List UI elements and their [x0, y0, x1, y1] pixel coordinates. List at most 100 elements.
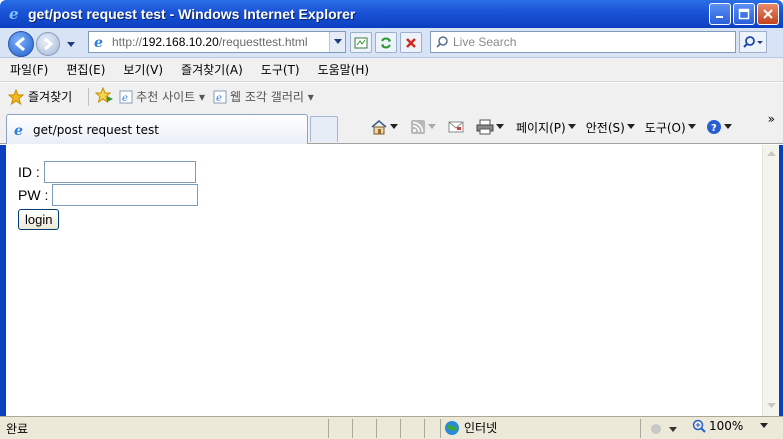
- page-content: ID : PW : login: [6, 145, 762, 416]
- status-bar: 완료 인터넷 100%: [0, 416, 783, 439]
- chevron-up-icon: [766, 151, 776, 156]
- search-placeholder: Live Search: [453, 35, 517, 49]
- chevron-down-icon: [626, 124, 635, 129]
- mail-button[interactable]: [448, 120, 464, 134]
- mail-icon: [448, 121, 464, 133]
- suggested-sites-link[interactable]: e 추천 사이트 ▾: [119, 88, 205, 105]
- search-input[interactable]: Live Search: [430, 31, 736, 53]
- refresh-icon: [381, 37, 391, 48]
- command-bar: 페이지(P) 안전(S) 도구(O) ?: [370, 114, 732, 140]
- menu-tools[interactable]: 도구(T): [261, 61, 300, 78]
- maximize-button[interactable]: [733, 3, 755, 25]
- menu-help[interactable]: 도움말(H): [318, 61, 370, 78]
- search-go-icon: [743, 36, 763, 48]
- chevron-down-icon: [496, 124, 504, 129]
- search-button[interactable]: [739, 31, 767, 53]
- help-button[interactable]: ?: [706, 119, 732, 135]
- add-favorite-button[interactable]: [94, 86, 114, 106]
- vertical-scrollbar[interactable]: [762, 145, 779, 416]
- protected-mode-cell[interactable]: [640, 418, 684, 438]
- chevron-down-icon: [760, 423, 769, 428]
- menu-edit[interactable]: 편집(E): [66, 61, 105, 78]
- address-dropdown-button[interactable]: [329, 32, 345, 52]
- compatibility-button[interactable]: [350, 32, 372, 53]
- scroll-up-button[interactable]: [763, 146, 779, 162]
- login-button[interactable]: login: [18, 209, 60, 230]
- tab-ie-icon: e: [14, 123, 23, 138]
- web-slice-gallery-link[interactable]: e 웹 조각 갤러리 ▾: [213, 88, 314, 105]
- status-text: 완료: [6, 421, 29, 436]
- tools-menu-label: 도구(O): [644, 120, 686, 135]
- toolbar-overflow-icon[interactable]: »: [768, 112, 775, 126]
- status-cell: [328, 418, 352, 438]
- new-tab-button[interactable]: [310, 116, 338, 142]
- chevron-down-icon: [333, 39, 342, 44]
- print-button[interactable]: [476, 119, 504, 135]
- svg-text:e: e: [14, 123, 23, 138]
- favorites-button[interactable]: 즐겨찾기: [8, 88, 72, 105]
- close-icon: [763, 9, 773, 19]
- scroll-down-button[interactable]: [763, 398, 779, 414]
- id-label: ID :: [18, 164, 40, 180]
- pw-input[interactable]: [52, 184, 199, 206]
- favorites-bar: 즐겨찾기 e 추천 사이트 ▾ e 웹 조각 갤러리 ▾: [0, 83, 783, 110]
- suggested-sites-label: 추천 사이트 ▾: [136, 90, 206, 104]
- status-cell: [376, 418, 400, 438]
- svg-text:e: e: [122, 93, 128, 104]
- svg-text:e: e: [216, 93, 222, 104]
- chevron-down-icon: [766, 403, 776, 408]
- chevron-down-icon: [390, 124, 398, 129]
- safety-menu[interactable]: 안전(S): [586, 119, 635, 136]
- safety-menu-label: 안전(S): [585, 120, 625, 135]
- tab-row: e get/post request test 페이지(P) 안전(S) 도구(…: [0, 110, 783, 144]
- favorites-label: 즐겨찾기: [28, 90, 73, 104]
- minimize-button[interactable]: [709, 3, 731, 25]
- protected-mode-icon: [651, 423, 677, 434]
- svg-text:e: e: [94, 35, 103, 50]
- page-menu[interactable]: 페이지(P): [516, 119, 576, 136]
- status-cell: [424, 418, 440, 438]
- address-url[interactable]: http://192.168.10.20/requesttest.html: [112, 35, 329, 49]
- zoom-level: 100%: [709, 419, 744, 433]
- page-ie-icon: e: [94, 35, 103, 50]
- menu-view[interactable]: 보기(V): [123, 61, 163, 78]
- close-button[interactable]: [757, 3, 779, 25]
- refresh-button[interactable]: [375, 32, 397, 53]
- history-dropdown-icon[interactable]: [66, 38, 76, 52]
- maximize-icon: [738, 8, 750, 20]
- stop-button[interactable]: [400, 32, 422, 53]
- add-favorite-icon: [94, 86, 114, 104]
- tools-menu[interactable]: 도구(O): [645, 119, 696, 136]
- ie-page-icon: e: [119, 90, 133, 104]
- pw-label: PW :: [18, 187, 49, 203]
- svg-text:e: e: [9, 6, 19, 22]
- ie-page-icon: e: [213, 90, 227, 104]
- separator: [88, 87, 90, 106]
- forward-arrow-icon: [44, 37, 54, 51]
- chevron-down-icon: [567, 124, 576, 129]
- forward-button[interactable]: [36, 32, 60, 56]
- feeds-button[interactable]: [410, 119, 436, 135]
- window-frame-right: [779, 145, 783, 416]
- help-icon: ?: [706, 120, 721, 134]
- id-input[interactable]: [43, 161, 196, 183]
- zone-label: 인터넷: [464, 421, 498, 435]
- back-button[interactable]: [8, 31, 34, 57]
- security-zone[interactable]: 인터넷: [444, 419, 497, 436]
- web-slice-gallery-label: 웹 조각 갤러리 ▾: [230, 90, 314, 104]
- rss-feed-icon: [411, 120, 425, 134]
- chevron-down-icon: [723, 124, 732, 129]
- tab-active[interactable]: e get/post request test: [6, 114, 308, 144]
- back-arrow-icon: [14, 36, 25, 52]
- print-icon: [476, 119, 494, 135]
- menu-favorites[interactable]: 즐겨찾기(A): [181, 61, 243, 78]
- globe-icon: [445, 420, 459, 435]
- menu-file[interactable]: 파일(F): [10, 61, 48, 78]
- home-button[interactable]: [370, 119, 398, 135]
- chevron-down-icon: [687, 124, 696, 129]
- compatibility-icon: [354, 37, 368, 48]
- id-row: ID :: [18, 161, 196, 183]
- zoom-control[interactable]: 100%: [692, 419, 769, 433]
- minimize-icon: [716, 16, 723, 18]
- address-bar[interactable]: e http://192.168.10.20/requesttest.html: [88, 31, 346, 53]
